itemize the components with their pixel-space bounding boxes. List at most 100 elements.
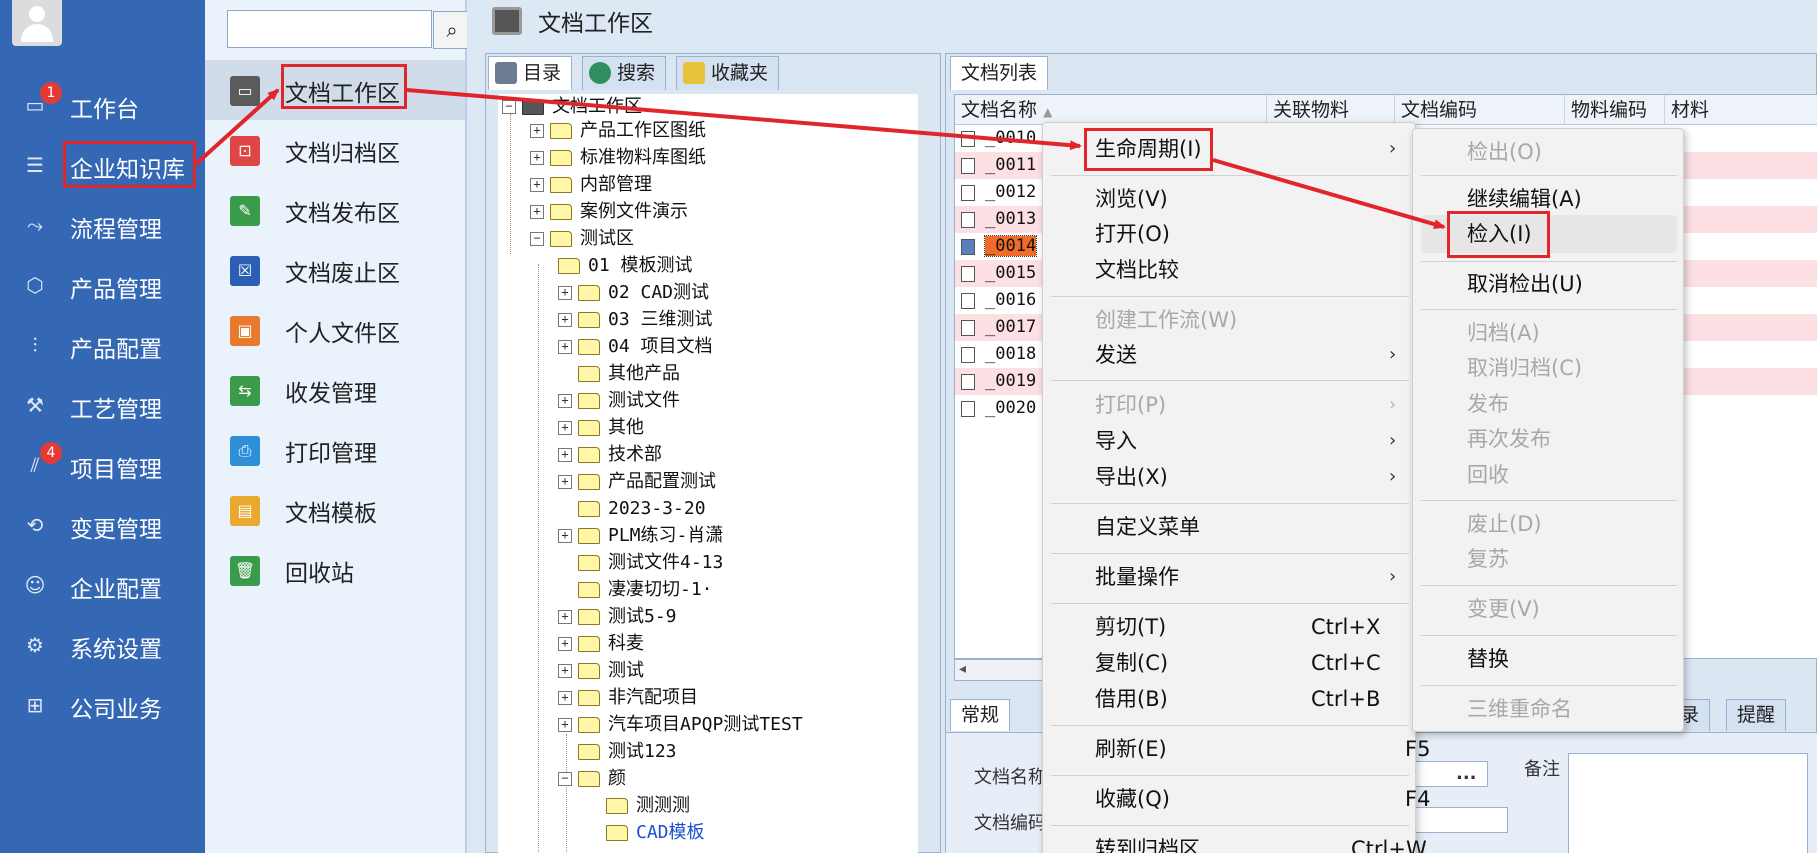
nav-item-product[interactable]: ⬡ 产品管理 xyxy=(0,256,205,312)
submenu-item-replace[interactable]: 替换 xyxy=(1467,642,1677,676)
tree-node[interactable]: + 测试文件 xyxy=(558,388,680,414)
expand-icon[interactable]: + xyxy=(558,529,572,543)
tab-favorites[interactable]: 收藏夹 xyxy=(676,56,780,90)
tree-node-selected[interactable]: CAD模板 xyxy=(606,820,705,846)
expand-icon[interactable]: + xyxy=(558,286,572,300)
menu-item-favorite[interactable]: 收藏(Q) F4 xyxy=(1095,782,1430,816)
expand-icon[interactable]: + xyxy=(558,475,572,489)
col-doc-code[interactable]: 文档编码 xyxy=(1395,95,1565,125)
expand-icon[interactable]: + xyxy=(558,421,572,435)
col-material-code[interactable]: 物料编码 xyxy=(1565,95,1665,125)
expand-icon[interactable]: + xyxy=(558,448,572,462)
tree-node[interactable]: + 非汽配项目 xyxy=(558,685,698,711)
nav-item-system-settings[interactable]: ⚙ 系统设置 xyxy=(0,616,205,672)
tree-node[interactable]: +04 项目文档 xyxy=(558,334,713,360)
nav-item-craft[interactable]: ⚒ 工艺管理 xyxy=(0,376,205,432)
tree-node[interactable]: + 技术部 xyxy=(558,442,662,468)
tree-node[interactable]: 测测测 xyxy=(606,793,690,819)
sub-item-doc-abolish[interactable]: ☒ 文档废止区 xyxy=(205,240,465,300)
tree-node[interactable]: +03 三维测试 xyxy=(558,307,713,333)
tree-node[interactable]: + 测试5-9 xyxy=(558,604,677,630)
remark-field[interactable] xyxy=(1568,753,1808,853)
tree-node[interactable]: +02 CAD测试 xyxy=(558,280,709,306)
sub-item-personal-files[interactable]: ▣ 个人文件区 xyxy=(205,300,465,360)
nav-item-project[interactable]: ⫽ 4 项目管理 xyxy=(0,436,205,492)
tree-node[interactable]: + 汽车项目APQP测试TEST xyxy=(558,712,803,738)
tree-node[interactable]: + 内部管理 xyxy=(530,172,652,198)
sub-item-doc-archive[interactable]: ⊡ 文档归档区 xyxy=(205,120,465,180)
menu-item-batch[interactable]: 批量操作 › xyxy=(1095,560,1415,594)
menu-item-import[interactable]: 导入 › xyxy=(1095,424,1415,458)
menu-item-export[interactable]: 导出(X) › xyxy=(1095,460,1415,494)
tree-node[interactable]: 测试文件4-13 xyxy=(578,550,723,576)
tree-node[interactable]: + 产品配置测试 xyxy=(558,469,716,495)
expand-icon[interactable]: + xyxy=(558,718,572,732)
expand-icon[interactable]: + xyxy=(558,394,572,408)
avatar[interactable] xyxy=(12,0,62,46)
menu-item-refresh[interactable]: 刷新(E) F5 xyxy=(1095,732,1430,766)
expand-icon[interactable]: + xyxy=(558,637,572,651)
sub-item-send-receive[interactable]: ⇆ 收发管理 xyxy=(205,360,465,420)
nav-item-change[interactable]: ⟲ 变更管理 xyxy=(0,496,205,552)
tree-node[interactable]: + 案例文件演示 xyxy=(530,199,688,225)
expand-icon[interactable]: + xyxy=(558,313,572,327)
tree-node[interactable]: + 科麦 xyxy=(558,631,644,657)
scroll-left-icon[interactable]: ◂ xyxy=(959,661,966,677)
sub-item-print[interactable]: ⎙ 打印管理 xyxy=(205,420,465,480)
tree-node[interactable]: 测试123 xyxy=(578,739,677,765)
expand-icon[interactable]: + xyxy=(530,178,544,192)
tab-document-list[interactable]: 文档列表 xyxy=(950,56,1049,90)
nav-item-enterprise-config[interactable]: ☺ 企业配置 xyxy=(0,556,205,612)
tree-node[interactable]: + 产品工作区图纸 xyxy=(530,118,706,144)
search-input[interactable]: ⌕ xyxy=(227,10,471,49)
submenu-item-cancel-checkout[interactable]: 取消检出(U) xyxy=(1467,267,1677,301)
tree-node[interactable]: 凄凄切切-1· xyxy=(578,577,713,603)
sub-item-recycle-bin[interactable]: 🗑 回收站 xyxy=(205,540,465,600)
expand-icon[interactable]: + xyxy=(558,610,572,624)
collapse-icon[interactable]: − xyxy=(558,772,572,786)
expand-icon[interactable]: + xyxy=(530,124,544,138)
tree-node[interactable]: + PLM练习-肖潇 xyxy=(558,523,723,549)
collapse-icon[interactable]: − xyxy=(502,100,516,114)
expand-icon[interactable]: + xyxy=(530,205,544,219)
browse-button[interactable]: ... xyxy=(1456,763,1477,784)
sub-item-doc-publish[interactable]: ✎ 文档发布区 xyxy=(205,180,465,240)
menu-item-cut[interactable]: 剪切(T) Ctrl+X xyxy=(1095,610,1415,644)
nav-item-company-business[interactable]: ⊞ 公司业务 xyxy=(0,676,205,732)
expand-icon[interactable]: + xyxy=(558,664,572,678)
tree-node[interactable]: − 测试区 xyxy=(530,226,634,252)
nav-item-workbench[interactable]: ▭ 1 工作台 xyxy=(0,76,205,132)
tab-directory[interactable]: 目录 xyxy=(488,56,573,90)
tree-node[interactable]: 01 模板测试 xyxy=(558,253,693,279)
tree-node[interactable]: + 其他 xyxy=(558,415,644,441)
tree-node[interactable]: 2023-3-20 xyxy=(578,496,706,522)
search-icon[interactable]: ⌕ xyxy=(433,11,471,49)
tree-root[interactable]: − 文档工作区 xyxy=(502,94,642,120)
col-related-material[interactable]: 关联物料 xyxy=(1267,95,1395,125)
tab-reminder[interactable]: 提醒 xyxy=(1726,699,1787,731)
collapse-icon[interactable]: − xyxy=(530,232,544,246)
tab-search[interactable]: 搜索 xyxy=(582,56,667,90)
expand-icon[interactable]: + xyxy=(558,691,572,705)
col-doc-name[interactable]: 文档名称 ▲ xyxy=(955,95,1267,125)
folder-tree[interactable]: − 文档工作区 + 产品工作区图纸 + 标准物料库图纸 + 内部管理 + 案例文件演示 −… xyxy=(498,94,918,853)
nav-item-product-config[interactable]: ⫶ 产品配置 xyxy=(0,316,205,372)
sub-item-doc-template[interactable]: ▤ 文档模板 xyxy=(205,480,465,540)
tree-node[interactable]: + 标准物料库图纸 xyxy=(530,145,706,171)
menu-item-goto-archive[interactable]: 转到归档区 Ctrl+W xyxy=(1095,832,1427,853)
menu-item-open[interactable]: 打开(O) xyxy=(1095,217,1415,251)
horizontal-scrollbar[interactable]: ◂ xyxy=(954,659,1054,681)
tree-node[interactable]: 其他产品 xyxy=(578,361,680,387)
expand-icon[interactable]: + xyxy=(558,340,572,354)
menu-item-compare[interactable]: 文档比较 xyxy=(1095,253,1415,287)
tree-node[interactable]: + 测试 xyxy=(558,658,644,684)
menu-item-browse[interactable]: 浏览(V) xyxy=(1095,182,1415,216)
menu-item-borrow[interactable]: 借用(B) Ctrl+B xyxy=(1095,682,1415,716)
tree-node[interactable]: − 颜 xyxy=(558,766,626,792)
tab-general[interactable]: 常规 xyxy=(950,699,1011,731)
col-material[interactable]: 材料 xyxy=(1665,95,1817,125)
menu-item-copy[interactable]: 复制(C) Ctrl+C xyxy=(1095,646,1415,680)
nav-item-process[interactable]: ⤳ 流程管理 xyxy=(0,196,205,252)
expand-icon[interactable]: + xyxy=(530,151,544,165)
menu-item-send[interactable]: 发送 › xyxy=(1095,338,1415,372)
